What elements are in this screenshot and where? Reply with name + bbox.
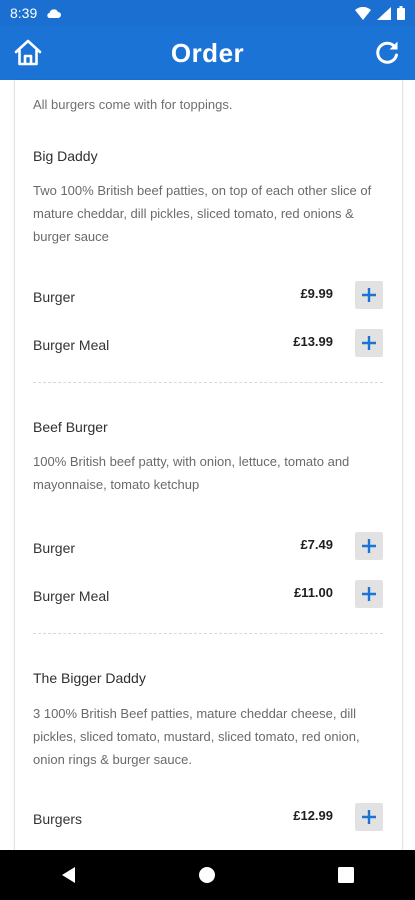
option-row: Burger Meal £11.00 [33, 580, 383, 610]
status-time: 8:39 [10, 5, 38, 21]
add-button[interactable] [355, 580, 383, 608]
option-label: Burger Meal [33, 337, 110, 353]
home-button[interactable] [12, 37, 44, 69]
option-row: Burger £7.49 [33, 532, 383, 562]
app-bar: Order [0, 26, 415, 80]
add-button[interactable] [355, 532, 383, 560]
signal-icon [377, 6, 391, 20]
page-title: Order [170, 37, 245, 68]
option-label: Burger [33, 540, 76, 556]
option-price: £12.99 [293, 808, 333, 823]
item-name: Beef Burger [33, 419, 108, 435]
option-label: Burger [33, 289, 76, 305]
plus-icon [362, 539, 376, 553]
item-description: 100% British beef patty, with onion, let… [33, 454, 350, 492]
divider [33, 382, 383, 383]
option-price: £9.99 [300, 286, 333, 301]
option-price: £13.99 [293, 334, 333, 349]
home-icon [14, 39, 42, 66]
back-icon [62, 867, 76, 883]
cloud-icon [47, 9, 62, 18]
recents-button[interactable] [326, 855, 366, 895]
home-circle-icon [199, 867, 216, 883]
system-nav-bar [0, 850, 415, 900]
plus-icon [362, 336, 376, 350]
menu-list[interactable]: All burgers come with for toppings. Big … [14, 80, 403, 850]
back-button[interactable] [49, 855, 89, 895]
plus-icon [362, 288, 376, 302]
status-left: 8:39 [10, 5, 62, 21]
home-nav-button[interactable] [187, 855, 227, 895]
option-label: Burger Meal [33, 588, 110, 604]
option-label: Burgers [33, 811, 83, 827]
plus-icon [362, 810, 376, 824]
status-bar: 8:39 [0, 0, 415, 26]
refresh-button[interactable] [371, 37, 403, 69]
item-name: The Bigger Daddy [33, 670, 146, 686]
item-description: Two 100% British beef patties, on top of… [33, 183, 372, 244]
item-name: Big Daddy [33, 148, 98, 164]
battery-icon [397, 6, 405, 20]
plus-icon [362, 587, 376, 601]
recents-icon [337, 867, 354, 883]
option-row: Burger Meal £13.99 [33, 329, 383, 359]
add-button[interactable] [355, 329, 383, 357]
option-row: Burger £9.99 [33, 281, 383, 311]
add-button[interactable] [355, 803, 383, 831]
item-description: 3 100% British Beef patties, mature ched… [33, 706, 360, 767]
option-row: Burgers £12.99 [33, 803, 383, 833]
menu-intro: All burgers come with for toppings. [33, 97, 233, 112]
option-price: £11.00 [293, 585, 333, 600]
divider [33, 633, 383, 634]
add-button[interactable] [355, 281, 383, 309]
refresh-icon [376, 41, 398, 64]
option-price: £7.49 [300, 537, 333, 552]
status-right [355, 6, 405, 20]
wifi-icon [355, 6, 371, 20]
